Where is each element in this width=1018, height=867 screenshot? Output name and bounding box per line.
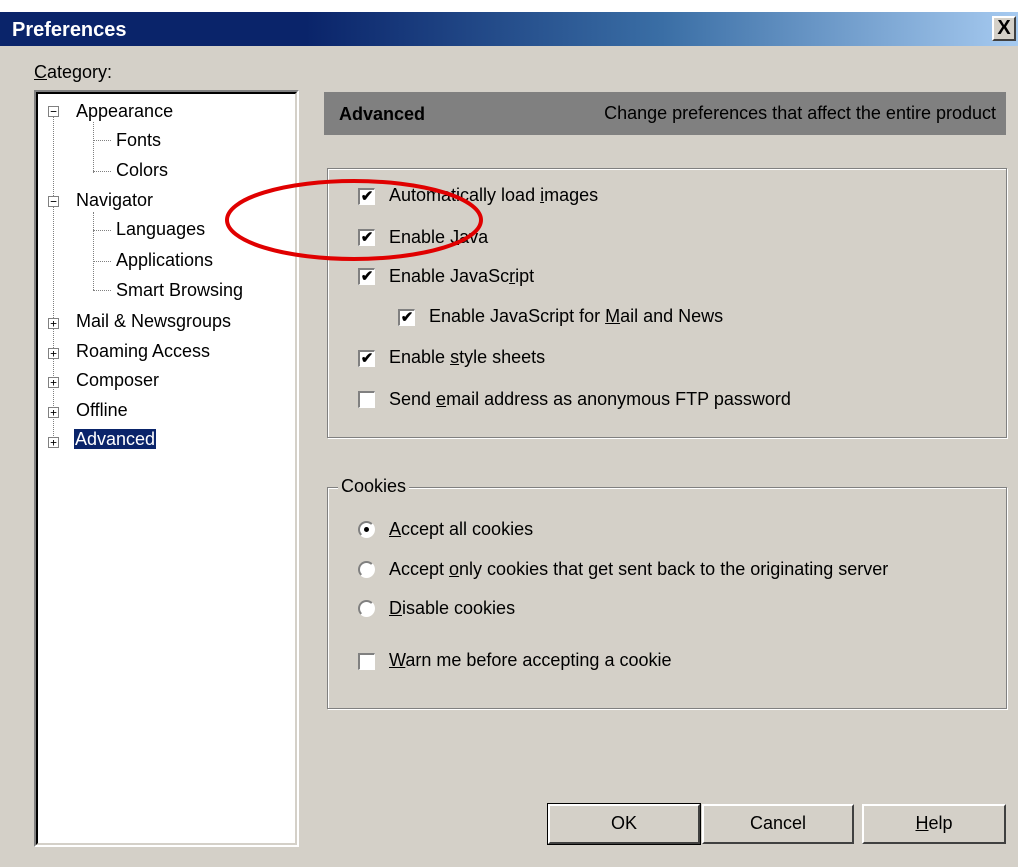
panel-title: Advanced: [339, 104, 426, 124]
tree-item-roaming-access[interactable]: Roaming Access: [76, 341, 210, 362]
navigator-branch-line: [93, 212, 94, 290]
warn-cookie-label[interactable]: Warn me before accepting a cookie: [389, 650, 672, 671]
expand-icon[interactable]: +: [48, 377, 59, 388]
accept-all-label[interactable]: Accept all cookies: [389, 519, 533, 540]
collapse-icon[interactable]: −: [48, 196, 59, 207]
tree-item-mail-newsgroups[interactable]: Mail & Newsgroups: [76, 311, 231, 332]
tree-item-offline[interactable]: Offline: [76, 400, 128, 421]
appearance-branch-line: [93, 122, 94, 173]
help-button[interactable]: Help: [862, 804, 1006, 844]
tree-item-languages[interactable]: Languages: [116, 219, 205, 240]
tree-trunk-line: [53, 114, 54, 444]
title-bar[interactable]: Preferences X: [0, 0, 1018, 46]
expand-icon[interactable]: +: [48, 437, 59, 448]
radio-selected-dot: [364, 527, 369, 532]
tree-item-composer[interactable]: Composer: [76, 370, 159, 391]
enable-javascript-checkbox[interactable]: ✔: [358, 268, 375, 285]
tree-item-colors[interactable]: Colors: [116, 160, 168, 181]
cookies-legend: Cookies: [338, 476, 410, 497]
expand-icon[interactable]: +: [48, 318, 59, 329]
enable-style-sheets-checkbox[interactable]: ✔: [358, 350, 375, 367]
window-title: Preferences: [12, 19, 127, 41]
cancel-button[interactable]: Cancel: [702, 804, 854, 844]
tree-item-fonts[interactable]: Fonts: [116, 130, 161, 151]
accept-only-label[interactable]: Accept only cookies that get sent back t…: [389, 559, 888, 580]
panel-header: Advanced Change preferences that affect …: [324, 92, 1006, 135]
panel-description: Change preferences that affect the entir…: [604, 103, 996, 123]
tree-item-appearance[interactable]: Appearance: [76, 101, 173, 122]
enable-js-mail-label[interactable]: Enable JavaScript for Mail and News: [429, 306, 723, 327]
enable-js-mail-checkbox[interactable]: ✔: [398, 309, 415, 326]
accept-all-radio[interactable]: [358, 521, 375, 538]
tree-item-advanced[interactable]: Advanced: [72, 428, 158, 450]
category-label: Category:: [34, 62, 113, 82]
ok-button[interactable]: OK: [547, 803, 701, 845]
applications-connector: [93, 261, 111, 262]
ftp-password-checkbox[interactable]: [358, 391, 375, 408]
expand-icon[interactable]: +: [48, 348, 59, 359]
fonts-connector: [93, 140, 111, 141]
annotation-circle: [225, 179, 483, 261]
close-button[interactable]: X: [992, 16, 1016, 41]
ftp-password-label[interactable]: Send email address as anonymous FTP pass…: [389, 389, 791, 410]
collapse-icon[interactable]: −: [48, 106, 59, 117]
tree-item-navigator[interactable]: Navigator: [76, 190, 153, 211]
smart-browsing-connector: [93, 290, 111, 291]
enable-style-sheets-label[interactable]: Enable style sheets: [389, 347, 545, 368]
preferences-dialog: Preferences X Category: − Appearance Fon…: [0, 0, 1018, 867]
tree-item-advanced-label: Advanced: [72, 428, 158, 450]
title-bar-gradient: [0, 12, 1018, 46]
tree-item-smart-browsing[interactable]: Smart Browsing: [116, 280, 243, 301]
languages-connector: [93, 230, 111, 231]
enable-javascript-label[interactable]: Enable JavaScript: [389, 266, 534, 287]
tree-item-applications[interactable]: Applications: [116, 250, 213, 271]
disable-cookies-radio[interactable]: [358, 600, 375, 617]
disable-cookies-label[interactable]: Disable cookies: [389, 598, 515, 619]
warn-cookie-checkbox[interactable]: [358, 653, 375, 670]
colors-connector: [93, 171, 111, 172]
expand-icon[interactable]: +: [48, 407, 59, 418]
accept-only-radio[interactable]: [358, 561, 375, 578]
